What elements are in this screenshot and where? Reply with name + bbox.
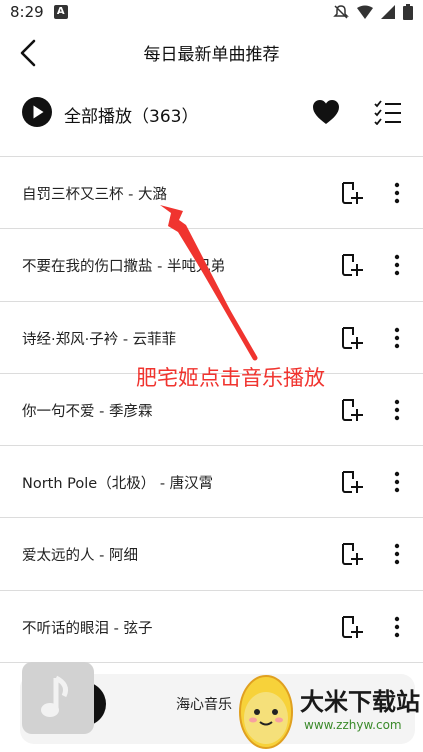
mute-icon <box>333 5 349 19</box>
add-to-playlist-icon[interactable] <box>340 470 364 494</box>
top-bar: 每日最新单曲推荐 <box>0 28 423 78</box>
battery-icon <box>403 4 413 20</box>
album-cover[interactable] <box>22 662 94 734</box>
heart-icon[interactable] <box>312 99 340 125</box>
wifi-icon <box>357 5 373 19</box>
egg-mascot-logo <box>239 675 293 749</box>
more-options-icon[interactable] <box>387 326 407 350</box>
add-to-playlist-icon[interactable] <box>340 615 364 639</box>
song-title: 自罚三杯又三杯 - 大潞 <box>22 187 167 203</box>
add-to-playlist-icon[interactable] <box>340 253 364 277</box>
song-row[interactable]: North Pole（北极） - 唐汉霄 <box>0 446 423 519</box>
song-title: 爱太远的人 - 阿细 <box>22 548 138 565</box>
song-title: 你一句不爱 - 季彦霖 <box>22 403 153 420</box>
song-row[interactable]: 自罚三杯又三杯 - 大潞 <box>0 157 423 230</box>
notification-icon: A <box>53 5 68 19</box>
watermark-url: www.zzhyw.com <box>304 718 402 732</box>
now-playing-title: 海心音乐 <box>176 697 232 713</box>
music-note-icon <box>41 675 69 717</box>
more-options-icon[interactable] <box>387 470 407 494</box>
more-options-icon[interactable] <box>387 542 407 566</box>
multi-select-list-icon[interactable] <box>374 99 402 125</box>
watermark: 大米下载站 www.zzhyw.com <box>236 660 423 752</box>
status-icons <box>333 4 413 20</box>
annotation-text: 肥宅姬点击音乐播放 <box>136 366 325 390</box>
song-title: North Pole（北极） - 唐汉霄 <box>22 476 214 493</box>
song-title: 不要在我的伤口撒盐 - 半吨兄弟 <box>22 259 225 276</box>
play-all-icon[interactable] <box>22 97 52 127</box>
song-row[interactable]: 爱太远的人 - 阿细 <box>0 518 423 591</box>
more-options-icon[interactable] <box>387 253 407 277</box>
status-time: 8:29 <box>10 3 44 21</box>
song-row[interactable]: 不要在我的伤口撒盐 - 半吨兄弟 <box>0 229 423 302</box>
status-bar: 8:29 A <box>0 0 423 24</box>
song-title: 不听话的眼泪 - 弦子 <box>22 620 153 637</box>
more-options-icon[interactable] <box>387 398 407 422</box>
add-to-playlist-icon[interactable] <box>340 542 364 566</box>
more-options-icon[interactable] <box>387 181 407 205</box>
song-row[interactable]: 不听话的眼泪 - 弦子 <box>0 591 423 664</box>
add-to-playlist-icon[interactable] <box>340 326 364 350</box>
more-options-icon[interactable] <box>387 615 407 639</box>
add-to-playlist-icon[interactable] <box>340 398 364 422</box>
song-list: 自罚三杯又三杯 - 大潞 不要在我的伤口撒盐 - 半吨兄弟 诗经·郑风·子衿 -… <box>0 157 423 664</box>
play-all-label[interactable]: 全部播放（363） <box>64 102 198 127</box>
signal-icon <box>381 5 395 19</box>
watermark-title: 大米下载站 <box>300 688 420 716</box>
song-title: 诗经·郑风·子衿 - 云菲菲 <box>22 331 177 348</box>
play-all-row: 全部播放（363） <box>0 92 423 136</box>
add-to-playlist-icon[interactable] <box>340 181 364 205</box>
page-title: 每日最新单曲推荐 <box>143 45 280 65</box>
